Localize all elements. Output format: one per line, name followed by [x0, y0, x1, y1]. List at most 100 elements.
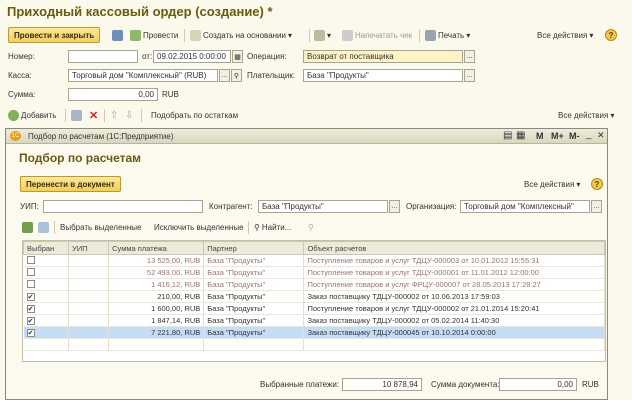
window-titlebar: 1С Подбор по расчетам (1С:Предприятие) ▤… [6, 129, 607, 144]
print-receipt-button[interactable]: Напечатать чек [342, 28, 412, 43]
receipt-menu-button[interactable]: ▾ [314, 28, 331, 43]
cancel-search-button[interactable]: ⚲ [308, 220, 314, 235]
print-button[interactable]: Печать ▾ [425, 28, 470, 43]
post-close-button[interactable]: Провести и закрыть [8, 27, 101, 43]
pick-balances-button[interactable]: Подобрать по остаткам [151, 108, 238, 123]
chevron-down-icon: ▾ [327, 31, 332, 40]
selected-payments-field: 10 878,94 [342, 378, 422, 391]
close-icon[interactable]: ✕ [597, 130, 605, 141]
org-select-button[interactable]: … [591, 200, 602, 213]
payer-select-button[interactable]: … [464, 69, 475, 82]
operation-select-button[interactable]: … [464, 50, 475, 63]
table-row[interactable]: ✔ 210,00, RUB База "Продукты" Заказ поставщ… [23, 290, 605, 303]
payer-field[interactable]: База "Продукты" [303, 69, 463, 82]
minimize-icon[interactable]: _ [586, 129, 592, 140]
empty-row [23, 338, 605, 351]
sum-currency: RUB [162, 90, 179, 99]
date-field[interactable]: 09.02.2015 0:00:00 [153, 50, 231, 63]
post-button[interactable]: Провести [130, 28, 178, 43]
calculator-icon[interactable]: ▤ [503, 130, 512, 141]
row-checkbox[interactable]: ✔ [26, 293, 35, 301]
calendar-button[interactable]: ▦ [232, 50, 243, 63]
all-actions-button[interactable]: Все действия ▾ [537, 28, 593, 43]
delete-icon: ✕ [89, 110, 99, 122]
selected-cell[interactable] [23, 278, 70, 291]
copy-button[interactable] [71, 108, 82, 123]
search-icon: ⚲ [233, 72, 240, 80]
help-icon[interactable]: ? [605, 29, 617, 41]
table-row[interactable]: ✔ 7 221,80, RUB База "Продукты" Заказ поста… [23, 326, 605, 339]
partner-cell: База "Продукты" [203, 254, 305, 267]
printer-icon [425, 30, 436, 41]
move-down-button[interactable]: ⇩ [125, 108, 133, 123]
org-field[interactable]: Торговый дом "Комплексный" [460, 200, 590, 213]
row-checkbox[interactable]: ✔ [26, 305, 35, 313]
selected-cell[interactable] [23, 254, 70, 267]
table-row[interactable]: ✔ 1 847,14, RUB База "Продукты" Заказ поста… [23, 314, 605, 327]
memory-mplus-button[interactable]: M+ [551, 131, 564, 141]
row-checkbox[interactable]: ✔ [26, 317, 35, 325]
selected-cell[interactable]: ✔ [23, 314, 70, 327]
cash-label: Касса: [8, 71, 32, 80]
check-all-button[interactable] [22, 220, 33, 235]
selected-cell[interactable]: ✔ [23, 290, 70, 303]
toolbar-divider [309, 29, 310, 42]
contractor-select-button[interactable]: … [389, 200, 400, 213]
column-header[interactable]: УИП [68, 241, 110, 255]
column-header[interactable]: Партнер [203, 241, 305, 255]
uip-field[interactable] [43, 200, 203, 213]
move-up-button[interactable]: ⇧ [110, 108, 118, 123]
save-button[interactable] [112, 28, 123, 43]
app-logo-icon: 1С [10, 131, 21, 141]
table-row[interactable]: 13 525,00, RUB База "Продукты" Поступление… [23, 254, 605, 267]
row-checkbox[interactable]: ✔ [26, 329, 35, 337]
column-header[interactable]: Объект расчетов [303, 241, 605, 255]
tab-all-actions-button[interactable]: Все действия ▾ [558, 108, 614, 123]
column-header[interactable]: Выбран [23, 241, 70, 255]
exclude-selected-button[interactable]: Исключить выделенные [154, 220, 244, 235]
selected-cell[interactable]: ✔ [23, 326, 70, 339]
create-based-button[interactable]: Создать на основании ▾ [190, 28, 292, 43]
chevron-down-icon: ▾ [576, 180, 581, 189]
add-button[interactable]: Добавить [8, 108, 56, 123]
table-row[interactable]: 52 493,00, RUB База "Продукты" Поступление… [23, 266, 605, 279]
delete-button[interactable]: ✕ [89, 108, 98, 123]
tab-all-actions-label: Все действия [558, 111, 609, 120]
row-checkbox[interactable] [26, 267, 35, 276]
row-checkbox[interactable] [26, 255, 35, 264]
transfer-button[interactable]: Перенести в документ [20, 176, 121, 192]
print-receipt-label: Напечатать чек [355, 31, 413, 40]
column-header[interactable]: Сумма платежа [108, 241, 205, 255]
cash-field[interactable]: Торговый дом "Комплексный" (RUB) [68, 69, 218, 82]
contractor-field[interactable]: База "Продукты" [258, 200, 388, 213]
chevron-down-icon: ▾ [288, 31, 293, 40]
payments-table[interactable]: Выбран УИП Сумма платежа Партнер Объект расч… [22, 240, 606, 362]
memory-m-button[interactable]: M [536, 131, 544, 141]
sum-field[interactable]: 0,00 [68, 88, 158, 101]
help-icon[interactable]: ? [591, 178, 603, 190]
row-checkbox[interactable] [26, 279, 35, 288]
object-cell: Заказ поставщику ТДЦУ-000002 от 10.06.20… [303, 290, 605, 303]
memory-mminus-button[interactable]: M- [569, 131, 580, 141]
uip-cell [68, 302, 110, 315]
cash-open-button[interactable]: ⚲ [231, 69, 242, 82]
find-button[interactable]: ⚲ Найти... [254, 220, 291, 235]
number-field[interactable] [68, 50, 138, 63]
calendar-icon[interactable]: ▦ [516, 130, 525, 141]
uncheck-all-button[interactable] [38, 220, 49, 235]
sum-cell: 7 221,80, RUB [108, 326, 205, 339]
selected-cell[interactable]: ✔ [23, 302, 70, 315]
select-selected-button[interactable]: Выбрать выделенные [60, 220, 141, 235]
table-row[interactable]: ✔ 1 600,00, RUB База "Продукты" Поступление… [23, 302, 605, 315]
modal-all-actions-button[interactable]: Все действия ▾ [524, 177, 580, 192]
selected-cell[interactable] [23, 266, 70, 279]
receipt-icon [314, 30, 325, 41]
toolbar-divider [141, 109, 142, 122]
operation-field[interactable]: Возврат от поставщика [303, 50, 463, 63]
cash-select-button[interactable]: … [219, 69, 230, 82]
find-label: Найти... [261, 223, 292, 232]
uip-cell [68, 254, 110, 267]
sum-cell: 1 416,12, RUB [108, 278, 205, 291]
table-row[interactable]: 1 416,12, RUB База "Продукты" Поступление … [23, 278, 605, 291]
selection-window: 1С Подбор по расчетам (1С:Предприятие) ▤… [5, 128, 608, 400]
